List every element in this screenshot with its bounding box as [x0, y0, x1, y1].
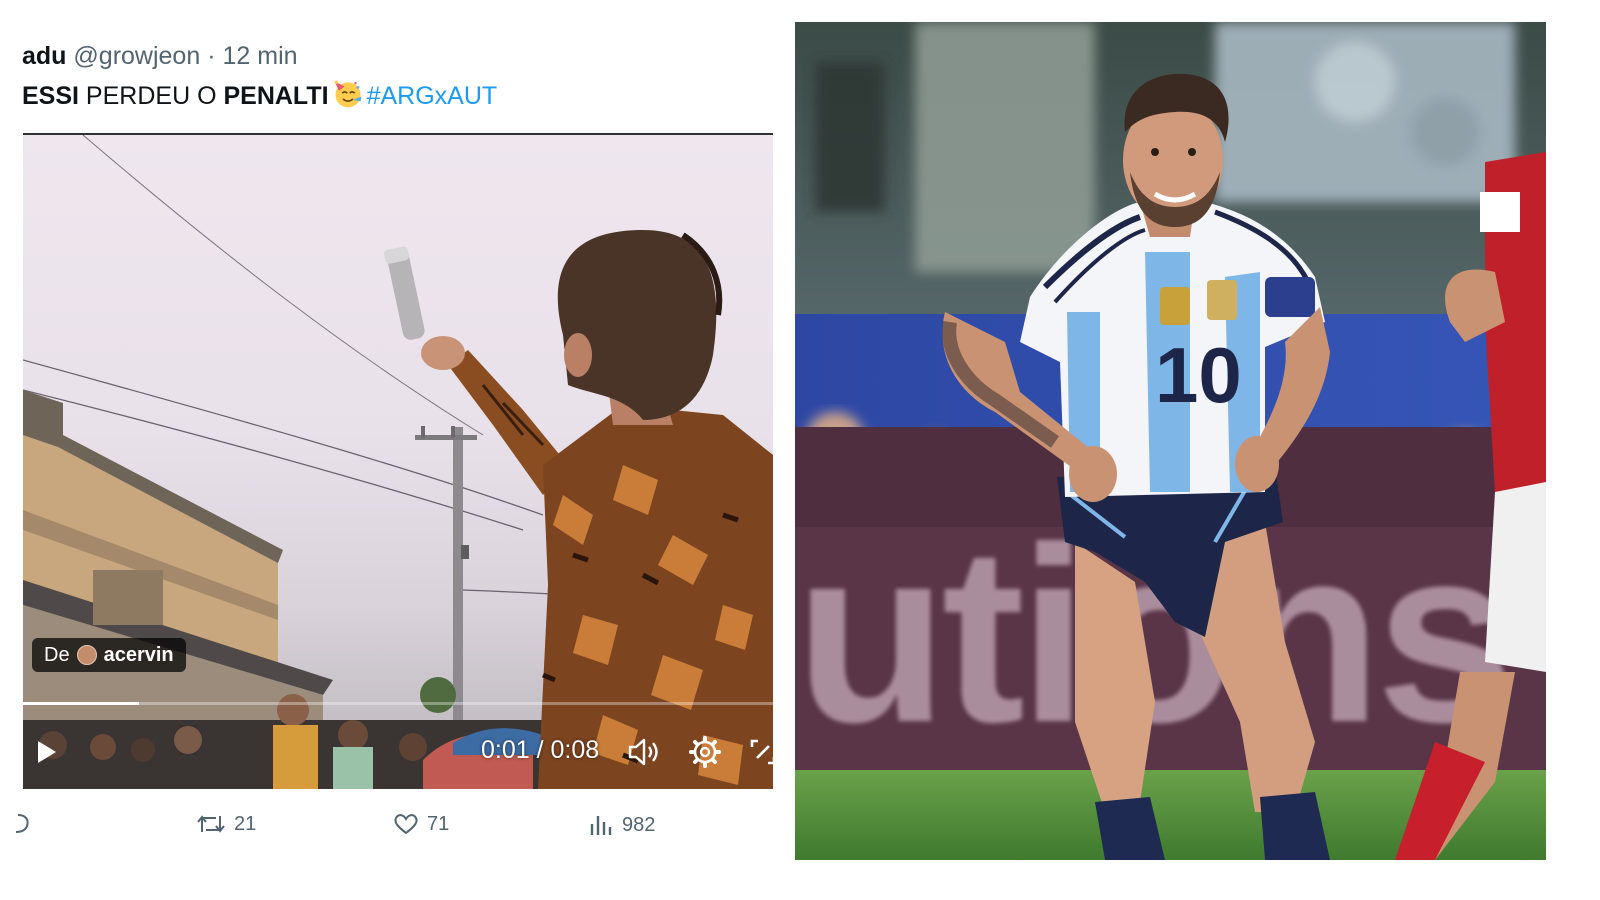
author-handle[interactable]: @growjeon: [73, 42, 200, 70]
retweet-icon: [197, 815, 225, 833]
video-progress-fill: [23, 702, 140, 705]
tweet-text-bold-2: PENALTI: [223, 82, 329, 110]
header-separator: ·: [207, 42, 216, 70]
jersey-number: 10: [1155, 331, 1242, 419]
settings-gear-icon[interactable]: [688, 735, 722, 769]
like-count: 71: [427, 812, 450, 835]
views-chart-icon: [590, 816, 612, 835]
hashtag-link[interactable]: #ARGxAUT: [367, 82, 498, 110]
retweet-button[interactable]: 21: [196, 812, 256, 836]
tweet-card: adu @growjeon · 12 min ESSI PERDEU O PEN…: [0, 0, 810, 900]
author-name[interactable]: adu: [22, 42, 66, 70]
video-credit-badge[interactable]: De acervin: [32, 638, 186, 672]
like-button[interactable]: 71: [393, 812, 449, 836]
tweet-actions-bar: 21 71 982: [0, 808, 810, 844]
play-icon[interactable]: [31, 735, 61, 769]
video-progress-bar[interactable]: [23, 702, 773, 705]
views-button[interactable]: 982: [588, 812, 655, 838]
video-frame: [23, 135, 773, 789]
tweet-text-bold-1: ESSI: [22, 82, 79, 110]
reply-icon: [15, 814, 29, 833]
video-elapsed: 0:01: [481, 736, 530, 764]
video-time-display: 0:01 / 0:08: [481, 736, 599, 765]
video-duration: 0:08: [550, 736, 600, 764]
fullscreen-icon[interactable]: [748, 737, 773, 767]
reply-button[interactable]: [10, 812, 32, 836]
tweet-text-plain-1: PERDEU O: [78, 82, 224, 110]
credit-username: acervin: [103, 643, 174, 666]
credit-prefix: De: [44, 643, 70, 666]
views-count: 982: [622, 813, 656, 836]
video-time-sep: /: [529, 736, 551, 764]
heart-icon: [394, 814, 418, 835]
retweet-count: 21: [234, 812, 257, 835]
volume-icon[interactable]: [626, 736, 660, 768]
tweet-text: ESSI PERDEU O PENALTI #ARGxAUT: [22, 79, 497, 111]
tweet-timestamp[interactable]: 12 min: [222, 42, 297, 70]
video-player[interactable]: De acervin 0:01 / 0:08: [23, 133, 773, 789]
players-layer: 10: [942, 73, 1546, 860]
party-face-emoji-icon: [334, 80, 361, 108]
football-photo: utions 10: [795, 22, 1546, 860]
credit-avatar: [76, 645, 97, 665]
tweet-header: adu @growjeon · 12 min: [22, 42, 298, 71]
